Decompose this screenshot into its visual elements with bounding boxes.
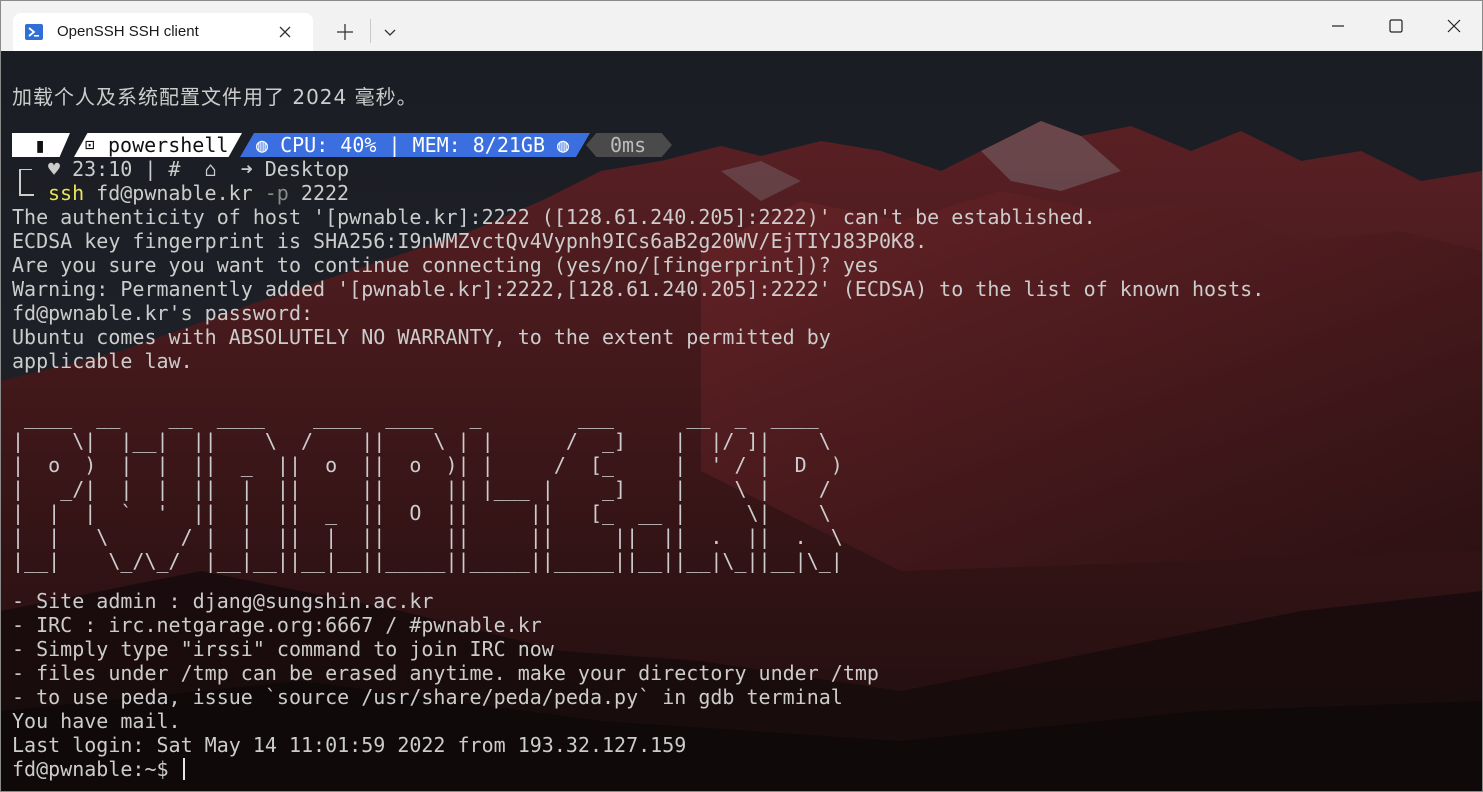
prompt-segment-duration: 0ms: [586, 133, 672, 157]
shell-icon: ⊡: [85, 135, 95, 154]
sysinfo-label: ◍ CPU: 40% | MEM: 8/21GB ◍: [256, 133, 570, 157]
prompt-status-line: ♥ 23:10 | # ⌂ ➜ Desktop: [48, 157, 350, 181]
terminal-pane[interactable]: 加载个人及系统配置文件用了 2024 毫秒。 ▮ ⊡ powershell ◍ …: [1, 51, 1482, 791]
close-icon[interactable]: [277, 24, 293, 40]
command-port: 2222: [300, 181, 350, 205]
output-line: applicable law.: [12, 349, 193, 373]
info-line: - to use peda, issue `source /usr/share/…: [12, 685, 843, 709]
info-line: Last login: Sat May 14 11:01:59 2022 fro…: [12, 733, 687, 757]
ascii-banner-line: | \| |__| || \ / || \ | | / _] | |/ ]| \: [12, 429, 843, 453]
prompt-corner-icon: [19, 169, 34, 196]
output-line: Warning: Permanently added '[pwnable.kr]…: [12, 277, 1265, 301]
chevron-down-icon[interactable]: [377, 18, 403, 46]
info-line: - IRC : irc.netgarage.org:6667 / #pwnabl…: [12, 613, 542, 637]
info-line: You have mail.: [12, 709, 181, 733]
ascii-banner-line: | | \ / | | || | || || || || || . || . \: [12, 525, 843, 549]
command-name: ssh: [48, 181, 85, 205]
close-window-icon[interactable]: [1425, 1, 1482, 51]
output-line: ECDSA key fingerprint is SHA256:I9nWMZvc…: [12, 229, 928, 253]
plus-icon[interactable]: [331, 18, 359, 46]
shell-prompt: fd@pwnable:~$: [12, 757, 181, 781]
command-flag: -p: [264, 181, 289, 205]
output-line: Are you sure you want to continue connec…: [12, 253, 879, 277]
terminal-window: OpenSSH SSH client 加载个人及系统配置文件用了 2024 毫秒…: [0, 0, 1483, 792]
shell-label: powershell: [108, 133, 229, 157]
tab-separator: [370, 19, 371, 43]
ascii-banner-line: | | | ` ' || | || _ || O || || [_ __ | \…: [12, 501, 843, 525]
info-line: - files under /tmp can be erased anytime…: [12, 661, 879, 685]
ascii-banner-line: ____ __ __ ____ ____ ____ _ ___ __ _ ___…: [12, 405, 831, 429]
powershell-icon: [25, 24, 43, 40]
output-line: fd@pwnable.kr's password:: [12, 301, 314, 325]
tab-title: OpenSSH SSH client: [57, 23, 199, 40]
ascii-banner-line: | o ) | | || _ || o || o )| | / [_ | ' /…: [12, 453, 843, 477]
shell-prompt-line[interactable]: fd@pwnable:~$: [12, 757, 185, 781]
prompt-segment-shell: ⊡ powershell: [74, 133, 242, 157]
ascii-banner-line: | _/| | | || | || || || |___ | _] | \ | …: [12, 477, 843, 501]
command-host: fd@pwnable.kr: [96, 181, 253, 205]
minimize-icon[interactable]: [1309, 1, 1367, 51]
profile-load-message: 加载个人及系统配置文件用了 2024 毫秒。: [12, 85, 418, 109]
info-line: - Simply type "irssi" command to join IR…: [12, 637, 554, 661]
output-line: Ubuntu comes with ABSOLUTELY NO WARRANTY…: [12, 325, 831, 349]
text-cursor: [182, 758, 185, 780]
os-icon: ▮: [34, 133, 47, 157]
title-bar: OpenSSH SSH client: [1, 1, 1482, 51]
tab-openssh[interactable]: OpenSSH SSH client: [13, 13, 313, 51]
duration-label: 0ms: [610, 133, 647, 157]
info-line: - Site admin : djang@sungshin.ac.kr: [12, 589, 434, 613]
ssh-command-line: ssh fd@pwnable.kr -p 2222: [48, 181, 349, 205]
maximize-icon[interactable]: [1367, 1, 1425, 51]
output-line: The authenticity of host '[pwnable.kr]:2…: [12, 205, 1096, 229]
ascii-banner-line: |__| \_/\_/ |__|__||__|__||_____||_____|…: [12, 549, 843, 573]
prompt-segment-sysinfo: ◍ CPU: 40% | MEM: 8/21GB ◍: [240, 133, 590, 157]
